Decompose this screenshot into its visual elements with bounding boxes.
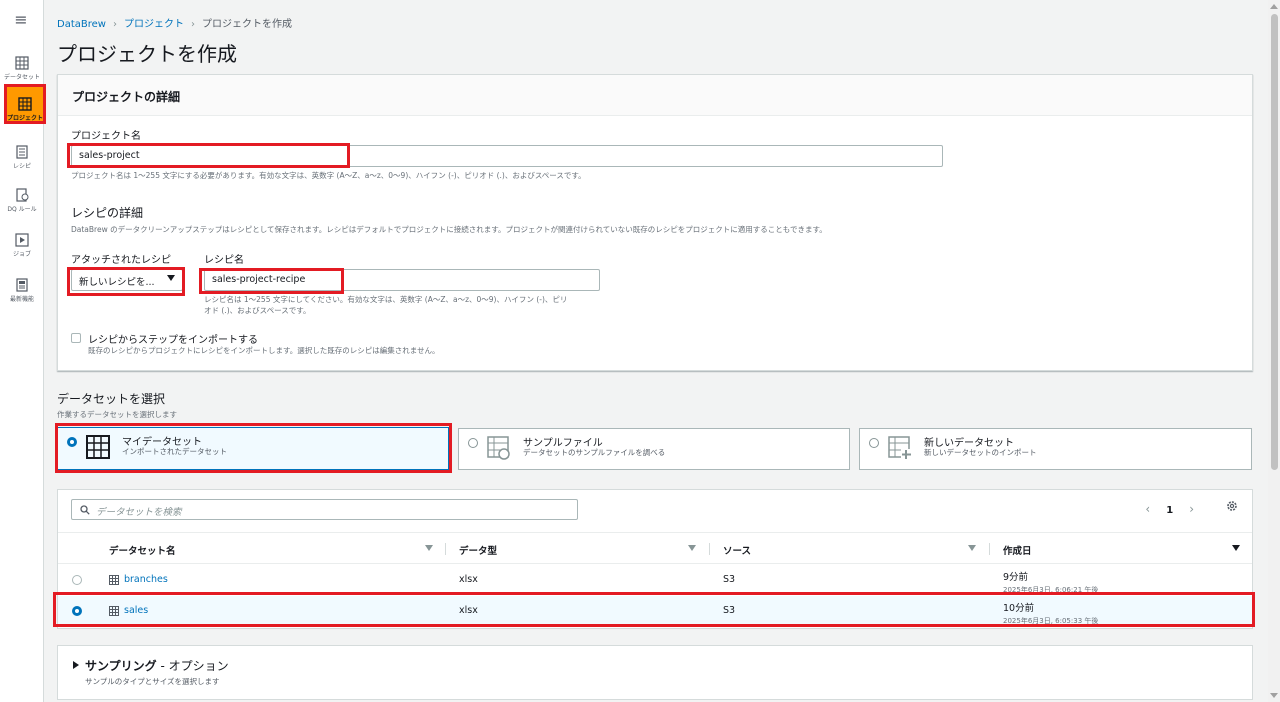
recipe-icon	[16, 145, 28, 159]
recipe-details-desc: DataBrew のデータクリーンアップステップはレシピとして保存されます。レシ…	[71, 225, 827, 234]
recipe-name-hint-line: オド (.)、およびスペースです。	[204, 306, 311, 315]
scroll-up-icon[interactable]	[1270, 4, 1278, 9]
table-header: データセット名 データ型 ソース 作成日	[58, 532, 1252, 564]
search-icon	[80, 505, 90, 515]
breadcrumb-current: プロジェクトを作成	[201, 19, 292, 30]
table-icon	[15, 56, 29, 70]
nav-item-recipes[interactable]: レシピ	[0, 145, 44, 170]
scrollbar[interactable]	[1268, 0, 1280, 702]
column-header-created[interactable]: 作成日	[1003, 543, 1032, 557]
option-subtitle: 新しいデータセットのインポート	[924, 448, 1037, 457]
highlight-box	[199, 268, 344, 294]
nav-item-jobs[interactable]: ジョブ	[0, 233, 44, 258]
dataset-section-title: データセットを選択	[57, 392, 166, 406]
cell-type: xlsx	[459, 574, 478, 585]
radio-button[interactable]	[72, 575, 82, 585]
nav-item-datasets[interactable]: データセット	[0, 56, 44, 81]
highlight-box	[53, 592, 1255, 627]
chevron-right-icon[interactable]: ›	[1189, 502, 1194, 516]
project-details-card: プロジェクトの詳細 プロジェクト名 sales-project プロジェクト名は…	[57, 74, 1253, 371]
nav-item-label: 最新機能	[9, 296, 34, 303]
option-subtitle: データセットのサンプルファイルを調べる	[523, 448, 666, 457]
sampling-title[interactable]: サンプリング - オプション	[85, 657, 229, 674]
nav-item-whats-new[interactable]: 最新機能	[0, 278, 44, 303]
column-divider	[709, 543, 710, 555]
breadcrumb: DataBrew › プロジェクト › プロジェクトを作成	[57, 15, 292, 30]
nav-item-label: プロジェクト	[7, 115, 44, 122]
sort-descending-icon[interactable]	[1232, 545, 1240, 551]
recipe-name-hint-line: レシピ名は 1〜255 文字にしてください。有効な文字は、英数字 (A〜Z、a〜…	[204, 295, 568, 304]
breadcrumb-link-databrew[interactable]: DataBrew	[57, 19, 106, 30]
cell-source: S3	[723, 574, 736, 585]
nav-item-dq-rules[interactable]: DQ ルール	[0, 188, 44, 213]
dataset-option-new-dataset[interactable]: 新しいデータセット 新しいデータセットのインポート	[859, 428, 1252, 470]
scrollbar-thumb[interactable]	[1271, 14, 1278, 470]
import-steps-checkbox[interactable]	[71, 333, 81, 343]
dataset-section-subtitle: 作業するデータセットを選択します	[57, 410, 177, 419]
recipe-name-label: レシピ名	[204, 255, 244, 266]
column-divider	[445, 543, 446, 555]
radio-button[interactable]	[468, 438, 478, 448]
chevron-right-icon: ›	[112, 19, 117, 30]
recipe-details-title: レシピの詳細	[71, 206, 144, 220]
breadcrumb-link-projects[interactable]: プロジェクト	[124, 19, 184, 30]
sort-icon[interactable]	[968, 545, 976, 551]
dataset-option-sample-files[interactable]: サンプルファイル データセットのサンプルファイルを調べる	[458, 428, 850, 470]
nav-item-label: データセット	[3, 74, 40, 81]
nav-item-label: レシピ	[12, 163, 31, 170]
created-relative: 9分前	[1003, 572, 1029, 583]
pagination: ‹ 1 ›	[1137, 502, 1202, 516]
add-dataset-icon	[888, 436, 911, 459]
column-header-name[interactable]: データセット名	[109, 543, 176, 557]
dq-rules-icon	[16, 188, 29, 202]
highlight-box	[67, 143, 350, 168]
import-steps-label: レシピからステップをインポートする	[88, 335, 258, 346]
table-icon	[109, 575, 119, 585]
sampling-optional: - オプション	[156, 659, 229, 673]
jobs-icon	[15, 233, 29, 247]
sampling-subtitle: サンプルのタイプとサイズを選択します	[85, 677, 220, 686]
project-icon	[18, 97, 32, 111]
project-name-hint: プロジェクト名は 1〜255 文字にする必要があります。有効な文字は、英数字 (…	[71, 171, 586, 180]
import-steps-desc: 既存のレシピからプロジェクトにレシピをインポートします。選択した既存のレシピは編…	[88, 346, 440, 355]
gear-icon[interactable]	[1226, 500, 1238, 512]
nav-item-label: DQ ルール	[7, 206, 37, 213]
column-divider	[989, 543, 990, 555]
column-header-type[interactable]: データ型	[459, 543, 497, 557]
attached-recipe-label: アタッチされたレシピ	[71, 255, 171, 266]
search-placeholder: データセットを検索	[96, 507, 182, 518]
card-header: プロジェクトの詳細	[58, 75, 1252, 116]
nav-rail: ≡ データセット プロジェクト レシピ DQ ルール ジョブ 最新機能	[0, 0, 46, 702]
dataset-name-link[interactable]: branches	[124, 574, 168, 585]
scroll-down-icon[interactable]	[1270, 693, 1278, 698]
menu-icon[interactable]: ≡	[12, 12, 30, 28]
sampling-section[interactable]: サンプリング - オプション サンプルのタイプとサイズを選択します	[57, 645, 1253, 700]
chevron-right-icon: ›	[190, 19, 195, 30]
highlight-box	[55, 423, 452, 473]
sampling-title-main: サンプリング	[85, 659, 157, 673]
recipe-name-hint: レシピ名は 1〜255 文字にしてください。有効な文字は、英数字 (A〜Z、a〜…	[204, 294, 567, 316]
nav-item-label: ジョブ	[12, 251, 31, 258]
chevron-left-icon[interactable]: ‹	[1145, 502, 1150, 516]
radio-button[interactable]	[869, 438, 879, 448]
column-header-source[interactable]: ソース	[723, 543, 751, 557]
sort-icon[interactable]	[688, 545, 696, 551]
nav-item-projects[interactable]: プロジェクト	[4, 84, 46, 124]
highlight-box	[67, 267, 185, 296]
project-name-label: プロジェクト名	[71, 131, 141, 142]
news-icon	[16, 278, 28, 292]
table-row[interactable]: branches xlsx S3 9分前 2025年6月3日, 6:06:21 …	[58, 565, 1252, 595]
page-number[interactable]: 1	[1166, 505, 1173, 516]
page-title: プロジェクトを作成	[57, 42, 237, 66]
sort-icon[interactable]	[425, 545, 433, 551]
sample-file-icon	[487, 436, 510, 460]
dataset-search-input[interactable]: データセットを検索	[71, 499, 578, 520]
caret-right-icon[interactable]	[73, 661, 79, 669]
